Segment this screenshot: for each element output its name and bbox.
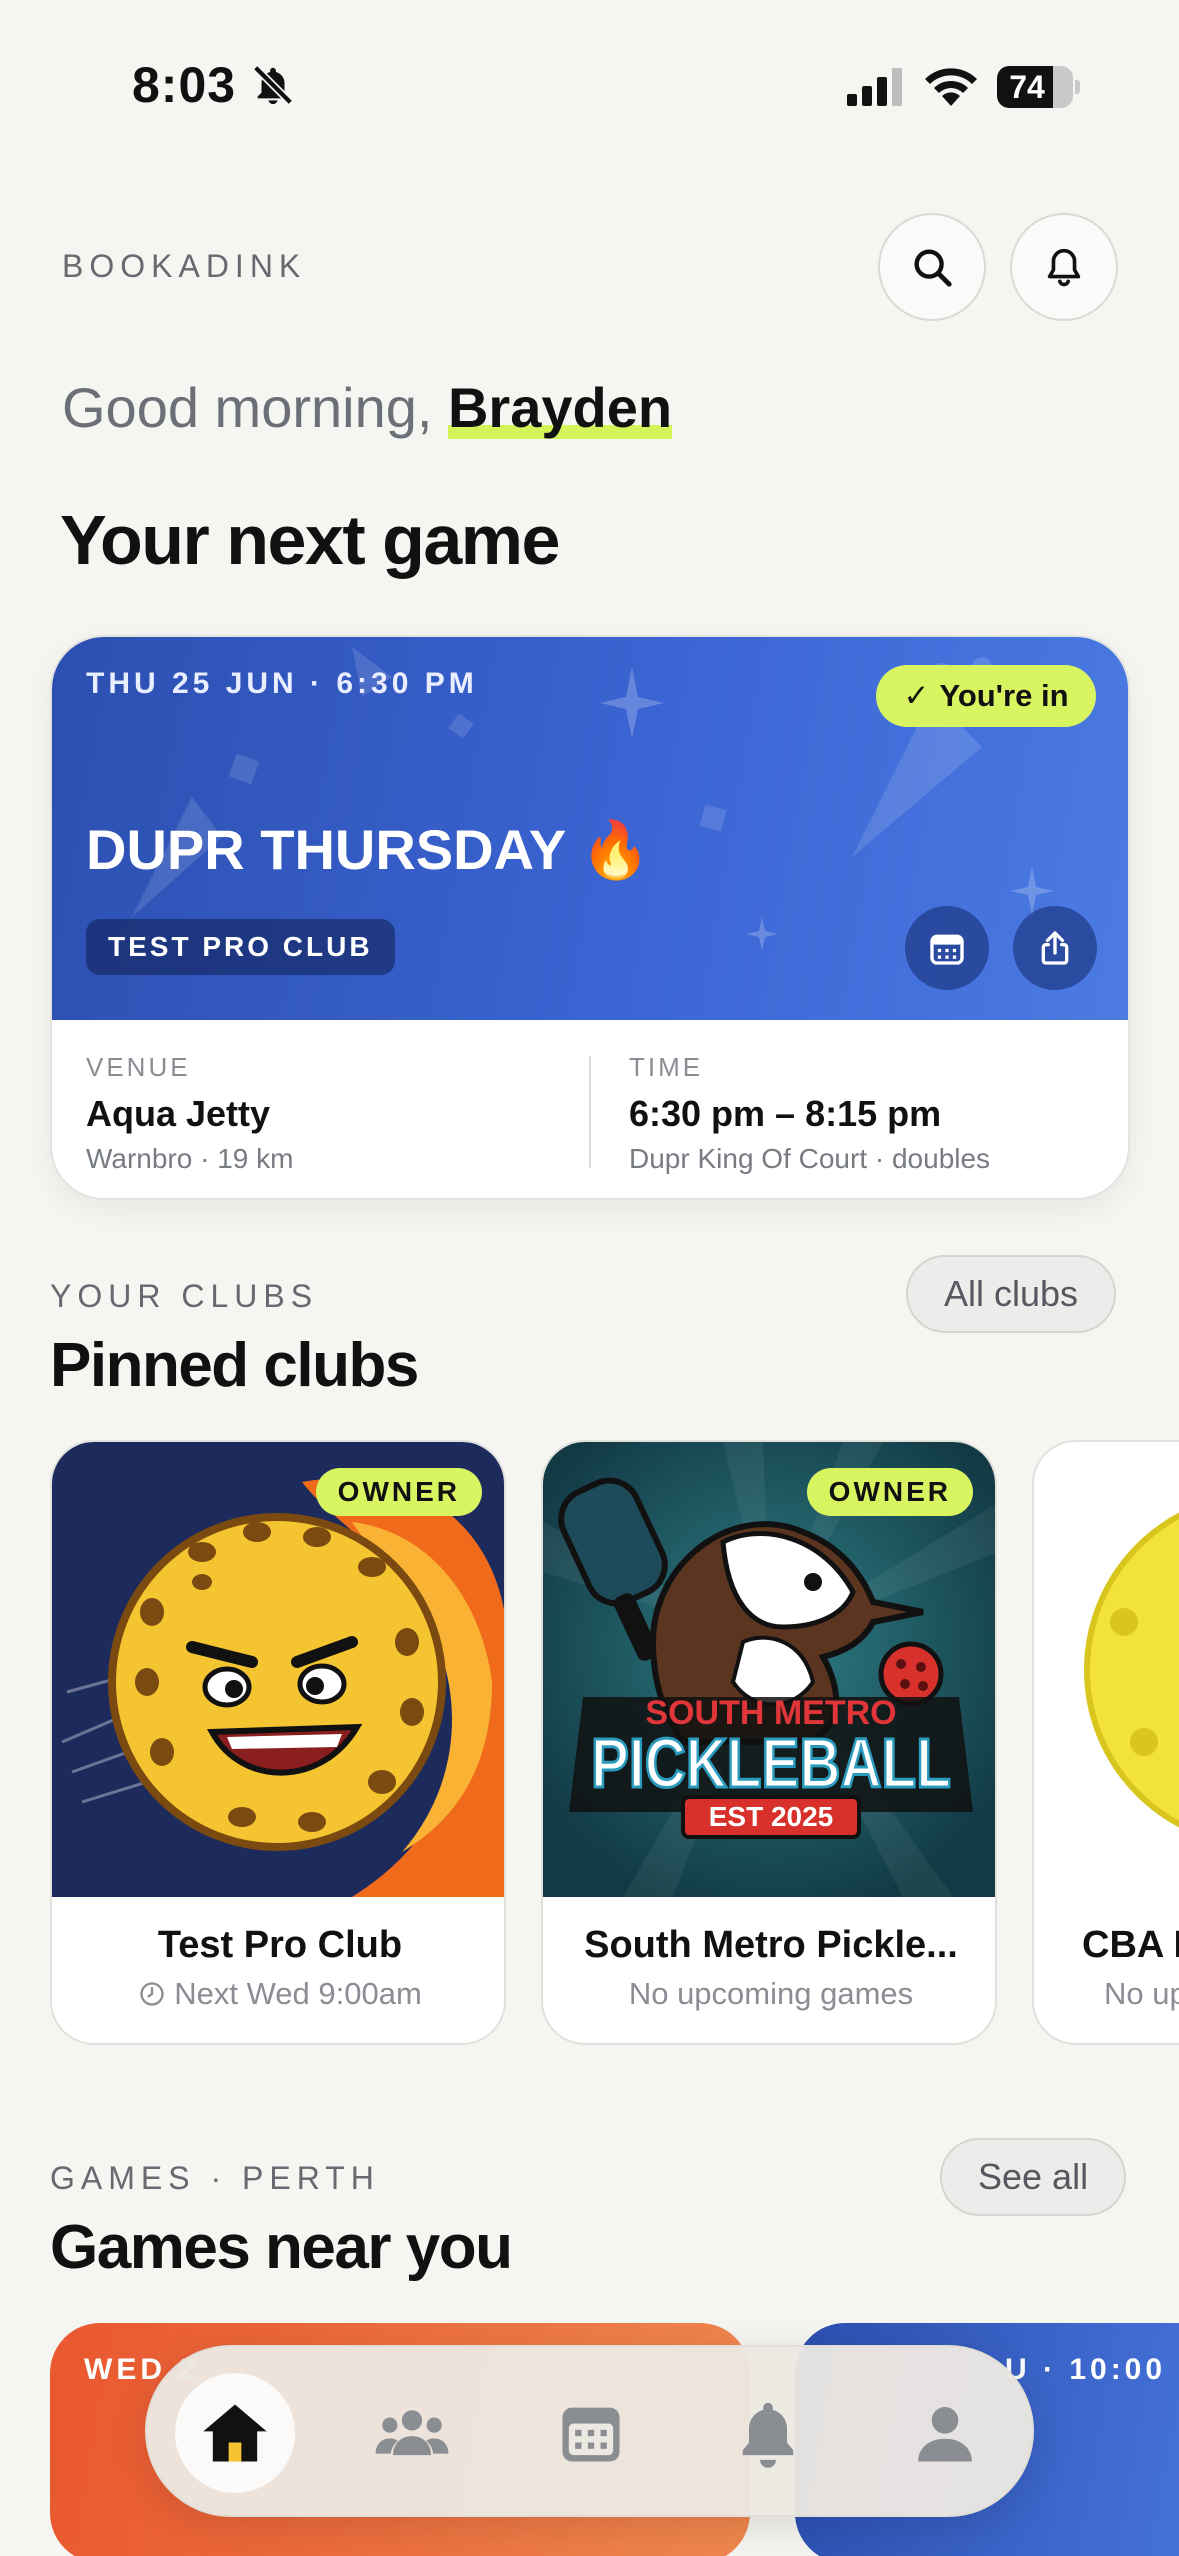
tab-profile[interactable] — [885, 2373, 1005, 2493]
logo-line-3: EST 2025 — [709, 1801, 834, 1832]
venue-block: VENUE Aqua Jetty Warnbro · 19 km — [86, 1052, 293, 1175]
bell-icon — [1047, 248, 1081, 287]
clubs-eyebrow: YOUR CLUBS — [50, 1278, 319, 1314]
games-near-title: Games near you — [50, 2213, 513, 2282]
club-next-game: No up — [1104, 1976, 1179, 2011]
bell-muted-icon — [253, 65, 293, 105]
calendar-icon — [930, 934, 964, 965]
tab-calendar[interactable] — [531, 2373, 651, 2493]
time-range: 6:30 pm – 8:15 pm — [629, 1093, 942, 1134]
club-card[interactable]: OWNER Test Pro Club Next Wed 9:00am — [50, 1440, 506, 2045]
tab-bar — [145, 2345, 1034, 2517]
venue-name: Aqua Jetty — [86, 1093, 271, 1134]
details-divider — [589, 1056, 591, 1168]
wifi-icon — [925, 68, 977, 106]
time-label: TIME — [629, 1052, 704, 1082]
notifications-button[interactable] — [1010, 213, 1118, 321]
cba-pickleball-logo — [1034, 1442, 1179, 1897]
owner-badge: OWNER — [806, 1468, 973, 1516]
bell-icon — [742, 2402, 794, 2468]
battery-indicator: 74 — [997, 66, 1080, 108]
club-card[interactable]: SOUTH METRO PICKLEBALL EST 2025 OWNER So… — [541, 1440, 997, 2045]
venue-location: Warnbro · 19 km — [86, 1143, 294, 1174]
club-name: South Metro Pickle... — [584, 1924, 958, 1966]
game-format: Dupr King Of Court · doubles — [629, 1143, 991, 1174]
owner-badge: OWNER — [315, 1468, 482, 1516]
club-logo — [1034, 1442, 1179, 1897]
club-next-game: Next Wed 9:00am — [52, 1976, 504, 2012]
game-title: DUPR THURSDAY 🔥 — [86, 818, 651, 881]
club-name: Test Pro Club — [157, 1924, 403, 1966]
games-eyebrow: GAMES · PERTH — [50, 2160, 380, 2196]
clubs-title: Pinned clubs — [50, 1331, 419, 1400]
club-card[interactable]: CBA P No up — [1032, 1440, 1179, 2045]
club-logo: OWNER — [52, 1442, 504, 1897]
next-game-heading: Your next game — [60, 501, 560, 579]
club-next-game-text: Next Wed 9:00am — [174, 1976, 422, 2011]
game-datetime: THU 25 JUN · 6:30 PM — [86, 667, 478, 700]
people-icon — [375, 2410, 449, 2456]
greeting-prefix: Good morning, — [62, 376, 448, 439]
time-block: TIME 6:30 pm – 8:15 pm Dupr King Of Cour… — [629, 1052, 990, 1175]
all-clubs-button[interactable]: All clubs — [906, 1255, 1117, 1333]
game-details: VENUE Aqua Jetty Warnbro · 19 km TIME 6:… — [52, 1020, 1128, 1198]
search-icon — [914, 249, 952, 287]
next-game-hero: THU 25 JUN · 6:30 PM ✓ You're in DUPR TH… — [52, 637, 1128, 1020]
greeting: Good morning, Brayden — [62, 375, 673, 440]
next-game-card[interactable]: THU 25 JUN · 6:30 PM ✓ You're in DUPR TH… — [50, 635, 1130, 1200]
user-name: Brayden — [447, 376, 673, 439]
cellular-signal-icon — [847, 68, 902, 106]
club-next-game: No upcoming games — [628, 1976, 914, 2011]
app-brand: BOOKADINK — [62, 248, 307, 284]
game-club-chip[interactable]: TEST PRO CLUB — [86, 919, 395, 975]
share-icon — [1041, 931, 1069, 965]
profile-icon — [918, 2407, 972, 2462]
status-time: 8:03 — [132, 57, 237, 113]
venue-label: VENUE — [86, 1052, 191, 1082]
club-logo: SOUTH METRO PICKLEBALL EST 2025 OWNER — [543, 1442, 995, 1897]
tab-home[interactable] — [175, 2373, 295, 2493]
home-screen: 8:03 74 BOOKADINK Good morning, Brayden … — [0, 0, 1179, 2556]
see-all-button[interactable]: See all — [940, 2138, 1127, 2216]
tab-notifications[interactable] — [708, 2373, 828, 2493]
rsvp-status-label: You're in — [939, 678, 1069, 713]
add-to-calendar-button[interactable] — [905, 906, 989, 990]
battery-percent: 74 — [1009, 69, 1045, 105]
clock-icon — [140, 1982, 164, 2006]
rsvp-status-badge: ✓ You're in — [876, 665, 1096, 727]
logo-line-2: PICKLEBALL — [591, 1724, 951, 1802]
share-button[interactable] — [1013, 906, 1097, 990]
home-icon — [203, 2404, 267, 2462]
search-button[interactable] — [878, 213, 986, 321]
nearby-game-date: U · 10:00 P — [1005, 2353, 1179, 2386]
status-bar: 8:03 74 — [0, 0, 1179, 140]
club-name: CBA P — [1082, 1924, 1179, 1966]
tab-groups[interactable] — [352, 2373, 472, 2493]
check-icon: ✓ — [903, 678, 930, 713]
calendar-icon — [562, 2407, 620, 2462]
